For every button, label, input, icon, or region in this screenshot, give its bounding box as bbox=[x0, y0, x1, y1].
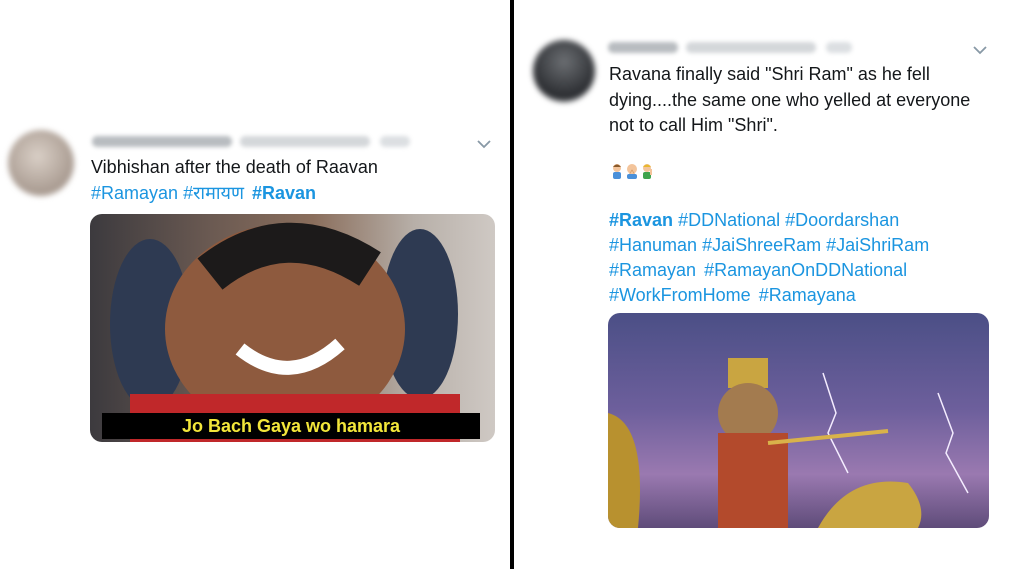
image-caption: Jo Bach Gaya wo hamara bbox=[102, 413, 480, 439]
hashtag-workfromhome[interactable]: #WorkFromHome bbox=[609, 285, 751, 305]
hashtag-ddnational[interactable]: #DDNational bbox=[678, 210, 780, 230]
chevron-down-icon[interactable] bbox=[972, 45, 988, 55]
chevron-down-icon[interactable] bbox=[476, 139, 492, 149]
tweet-image-ravan[interactable] bbox=[608, 313, 989, 528]
hashtag-ramayana[interactable]: #Ramayana bbox=[759, 285, 856, 305]
tweet-image-meme[interactable]: Jo Bach Gaya wo hamara bbox=[90, 214, 495, 442]
hashtag-ravan[interactable]: #Ravan bbox=[252, 183, 316, 203]
hashtag-line-3: #Ramayan #RamayanOnDDNational bbox=[609, 258, 907, 283]
hashtag-ramayan-hindi[interactable]: #रामायण bbox=[183, 183, 244, 203]
tweet-text-line-1: Ravana finally said "Shri Ram" as he fel… bbox=[609, 64, 930, 84]
folded-hands-emoji bbox=[627, 164, 637, 179]
divider bbox=[510, 0, 514, 569]
user-name-blurred[interactable] bbox=[608, 42, 678, 53]
tweet-text-line-2: dying....the same one who yelled at ever… bbox=[609, 90, 971, 110]
ravan-photo bbox=[608, 358, 969, 528]
tweet-text-line-3: not to call Him "Shri". bbox=[609, 115, 778, 135]
hashtag-line-4: #WorkFromHome #Ramayana bbox=[609, 283, 856, 308]
user-handle-blurred[interactable] bbox=[240, 136, 370, 147]
hashtag-ramayan[interactable]: #Ramayan bbox=[91, 183, 178, 203]
user-handle-blurred[interactable] bbox=[686, 42, 816, 53]
avatar[interactable] bbox=[8, 130, 74, 196]
hashtag-line-1: #Ravan #DDNational #Doordarshan bbox=[609, 208, 899, 233]
person-gesturing-emoji bbox=[643, 164, 652, 179]
hashtag-jaishreeram[interactable]: #JaiShreeRam bbox=[702, 235, 821, 255]
hashtag-hanuman[interactable]: #Hanuman bbox=[609, 235, 697, 255]
avatar[interactable] bbox=[533, 40, 595, 102]
hashtag-ravan[interactable]: #Ravan bbox=[609, 210, 673, 230]
timestamp-blurred bbox=[826, 42, 852, 53]
hashtag-line-2: #Hanuman #JaiShreeRam #JaiShriRam bbox=[609, 233, 929, 258]
hashtag-list: #Ramayan #रामायण #Ravan bbox=[91, 181, 316, 206]
person-bowing-emoji bbox=[613, 164, 621, 179]
hashtag-ramayanonddnational[interactable]: #RamayanOnDDNational bbox=[704, 260, 907, 280]
timestamp-blurred bbox=[380, 136, 410, 147]
hashtag-doordarshan[interactable]: #Doordarshan bbox=[785, 210, 899, 230]
user-name-blurred[interactable] bbox=[92, 136, 232, 147]
meme-photo bbox=[110, 222, 460, 442]
hashtag-ramayan[interactable]: #Ramayan bbox=[609, 260, 696, 280]
tweet-text: Vibhishan after the death of Raavan bbox=[91, 157, 378, 177]
hashtag-jaishriram[interactable]: #JaiShriRam bbox=[826, 235, 929, 255]
